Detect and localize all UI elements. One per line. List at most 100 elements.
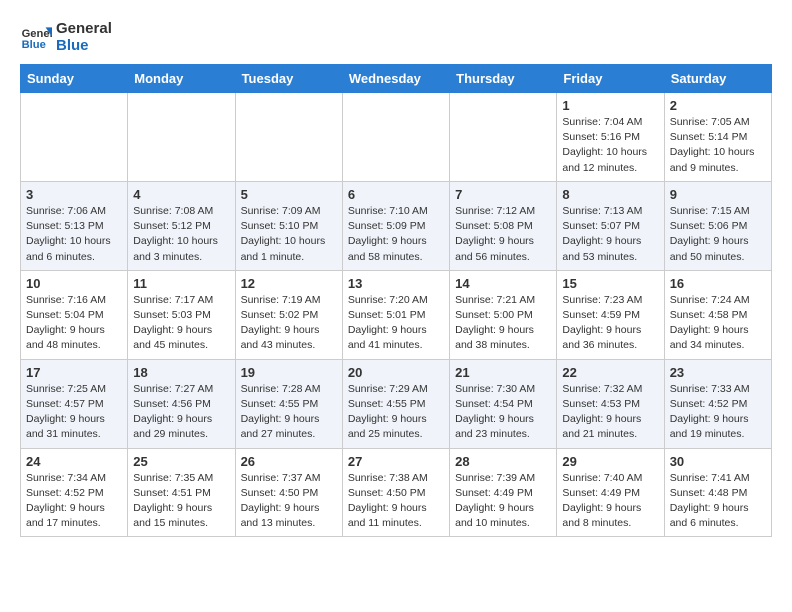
- day-number: 24: [26, 454, 122, 469]
- day-number: 20: [348, 365, 444, 380]
- calendar-cell: 6Sunrise: 7:10 AMSunset: 5:09 PMDaylight…: [342, 181, 449, 270]
- day-number: 8: [562, 187, 658, 202]
- day-info: Sunrise: 7:35 AMSunset: 4:51 PMDaylight:…: [133, 471, 229, 532]
- logo: General Blue General Blue: [20, 20, 112, 54]
- calendar-cell: [342, 93, 449, 182]
- week-row-1: 1Sunrise: 7:04 AMSunset: 5:16 PMDaylight…: [21, 93, 772, 182]
- day-info: Sunrise: 7:16 AMSunset: 5:04 PMDaylight:…: [26, 293, 122, 354]
- day-number: 23: [670, 365, 766, 380]
- logo-icon: General Blue: [20, 21, 52, 53]
- day-info: Sunrise: 7:28 AMSunset: 4:55 PMDaylight:…: [241, 382, 337, 443]
- day-number: 2: [670, 98, 766, 113]
- calendar-cell: [450, 93, 557, 182]
- day-info: Sunrise: 7:12 AMSunset: 5:08 PMDaylight:…: [455, 204, 551, 265]
- day-info: Sunrise: 7:24 AMSunset: 4:58 PMDaylight:…: [670, 293, 766, 354]
- calendar-cell: 13Sunrise: 7:20 AMSunset: 5:01 PMDayligh…: [342, 270, 449, 359]
- day-info: Sunrise: 7:40 AMSunset: 4:49 PMDaylight:…: [562, 471, 658, 532]
- day-number: 7: [455, 187, 551, 202]
- calendar-cell: 21Sunrise: 7:30 AMSunset: 4:54 PMDayligh…: [450, 359, 557, 448]
- calendar-cell: 29 Sunrise: 7:40 AMSunset: 4:49 PMDayligh…: [557, 448, 664, 537]
- day-info: Sunrise: 7:38 AMSunset: 4:50 PMDaylight:…: [348, 471, 444, 532]
- day-number: 26: [241, 454, 337, 469]
- calendar-cell: 1Sunrise: 7:04 AMSunset: 5:16 PMDaylight…: [557, 93, 664, 182]
- day-number: 29: [562, 454, 658, 469]
- day-info: Sunrise: 7:25 AMSunset: 4:57 PMDaylight:…: [26, 382, 122, 443]
- day-info: Sunrise: 7:17 AMSunset: 5:03 PMDaylight:…: [133, 293, 229, 354]
- day-info: Sunrise: 7:34 AMSunset: 4:52 PMDaylight:…: [26, 471, 122, 532]
- day-header-sunday: Sunday: [21, 65, 128, 93]
- calendar-cell: 26 Sunrise: 7:37 AMSunset: 4:50 PMDayligh…: [235, 448, 342, 537]
- calendar-cell: 25 Sunrise: 7:35 AMSunset: 4:51 PMDayligh…: [128, 448, 235, 537]
- day-info: Sunrise: 7:21 AMSunset: 5:00 PMDaylight:…: [455, 293, 551, 354]
- calendar-cell: 19 Sunrise: 7:28 AMSunset: 4:55 PMDayligh…: [235, 359, 342, 448]
- day-info: Sunrise: 7:05 AMSunset: 5:14 PMDaylight:…: [670, 115, 766, 176]
- day-number: 1: [562, 98, 658, 113]
- day-info: Sunrise: 7:06 AMSunset: 5:13 PMDaylight:…: [26, 204, 122, 265]
- day-header-thursday: Thursday: [450, 65, 557, 93]
- day-info: Sunrise: 7:41 AMSunset: 4:48 PMDaylight:…: [670, 471, 766, 532]
- calendar-cell: 15 Sunrise: 7:23 AMSunset: 4:59 PMDayligh…: [557, 270, 664, 359]
- calendar-cell: 8 Sunrise: 7:13 AMSunset: 5:07 PMDaylight…: [557, 181, 664, 270]
- day-number: 14: [455, 276, 551, 291]
- calendar-cell: 10 Sunrise: 7:16 AMSunset: 5:04 PMDayligh…: [21, 270, 128, 359]
- calendar-cell: [128, 93, 235, 182]
- logo-general: General: [56, 20, 112, 37]
- calendar-table: SundayMondayTuesdayWednesdayThursdayFrid…: [20, 64, 772, 537]
- calendar-cell: 14 Sunrise: 7:21 AMSunset: 5:00 PMDayligh…: [450, 270, 557, 359]
- page-header: General Blue General Blue: [20, 20, 772, 54]
- calendar-cell: 22Sunrise: 7:32 AMSunset: 4:53 PMDayligh…: [557, 359, 664, 448]
- calendar-cell: 3 Sunrise: 7:06 AMSunset: 5:13 PMDaylight…: [21, 181, 128, 270]
- day-number: 22: [562, 365, 658, 380]
- svg-text:Blue: Blue: [22, 39, 46, 51]
- week-row-4: 17 Sunrise: 7:25 AMSunset: 4:57 PMDayligh…: [21, 359, 772, 448]
- day-info: Sunrise: 7:19 AMSunset: 5:02 PMDaylight:…: [241, 293, 337, 354]
- calendar-cell: [21, 93, 128, 182]
- calendar-cell: 27 Sunrise: 7:38 AMSunset: 4:50 PMDayligh…: [342, 448, 449, 537]
- day-number: 21: [455, 365, 551, 380]
- calendar-cell: 9 Sunrise: 7:15 AMSunset: 5:06 PMDaylight…: [664, 181, 771, 270]
- day-number: 27: [348, 454, 444, 469]
- day-number: 10: [26, 276, 122, 291]
- calendar-cell: 23 Sunrise: 7:33 AMSunset: 4:52 PMDayligh…: [664, 359, 771, 448]
- day-info: Sunrise: 7:13 AMSunset: 5:07 PMDaylight:…: [562, 204, 658, 265]
- day-info: Sunrise: 7:23 AMSunset: 4:59 PMDaylight:…: [562, 293, 658, 354]
- day-number: 28: [455, 454, 551, 469]
- calendar-cell: 18 Sunrise: 7:27 AMSunset: 4:56 PMDayligh…: [128, 359, 235, 448]
- day-header-friday: Friday: [557, 65, 664, 93]
- day-number: 15: [562, 276, 658, 291]
- day-number: 4: [133, 187, 229, 202]
- day-number: 19: [241, 365, 337, 380]
- day-header-monday: Monday: [128, 65, 235, 93]
- day-number: 18: [133, 365, 229, 380]
- day-header-wednesday: Wednesday: [342, 65, 449, 93]
- day-number: 6: [348, 187, 444, 202]
- day-number: 12: [241, 276, 337, 291]
- calendar-cell: 7 Sunrise: 7:12 AMSunset: 5:08 PMDaylight…: [450, 181, 557, 270]
- day-info: Sunrise: 7:20 AMSunset: 5:01 PMDaylight:…: [348, 293, 444, 354]
- week-row-5: 24 Sunrise: 7:34 AMSunset: 4:52 PMDayligh…: [21, 448, 772, 537]
- day-number: 9: [670, 187, 766, 202]
- day-info: Sunrise: 7:33 AMSunset: 4:52 PMDaylight:…: [670, 382, 766, 443]
- calendar-cell: 5 Sunrise: 7:09 AMSunset: 5:10 PMDaylight…: [235, 181, 342, 270]
- calendar-cell: 4 Sunrise: 7:08 AMSunset: 5:12 PMDaylight…: [128, 181, 235, 270]
- day-number: 11: [133, 276, 229, 291]
- day-info: Sunrise: 7:27 AMSunset: 4:56 PMDaylight:…: [133, 382, 229, 443]
- day-number: 17: [26, 365, 122, 380]
- day-info: Sunrise: 7:08 AMSunset: 5:12 PMDaylight:…: [133, 204, 229, 265]
- day-info: Sunrise: 7:37 AMSunset: 4:50 PMDaylight:…: [241, 471, 337, 532]
- day-header-tuesday: Tuesday: [235, 65, 342, 93]
- calendar-cell: [235, 93, 342, 182]
- week-row-3: 10 Sunrise: 7:16 AMSunset: 5:04 PMDayligh…: [21, 270, 772, 359]
- day-header-row: SundayMondayTuesdayWednesdayThursdayFrid…: [21, 65, 772, 93]
- day-info: Sunrise: 7:09 AMSunset: 5:10 PMDaylight:…: [241, 204, 337, 265]
- calendar-cell: 28 Sunrise: 7:39 AMSunset: 4:49 PMDayligh…: [450, 448, 557, 537]
- calendar-cell: 30Sunrise: 7:41 AMSunset: 4:48 PMDayligh…: [664, 448, 771, 537]
- day-header-saturday: Saturday: [664, 65, 771, 93]
- day-info: Sunrise: 7:39 AMSunset: 4:49 PMDaylight:…: [455, 471, 551, 532]
- day-number: 5: [241, 187, 337, 202]
- calendar-cell: 17 Sunrise: 7:25 AMSunset: 4:57 PMDayligh…: [21, 359, 128, 448]
- day-number: 25: [133, 454, 229, 469]
- day-info: Sunrise: 7:15 AMSunset: 5:06 PMDaylight:…: [670, 204, 766, 265]
- day-number: 3: [26, 187, 122, 202]
- calendar-cell: 12 Sunrise: 7:19 AMSunset: 5:02 PMDayligh…: [235, 270, 342, 359]
